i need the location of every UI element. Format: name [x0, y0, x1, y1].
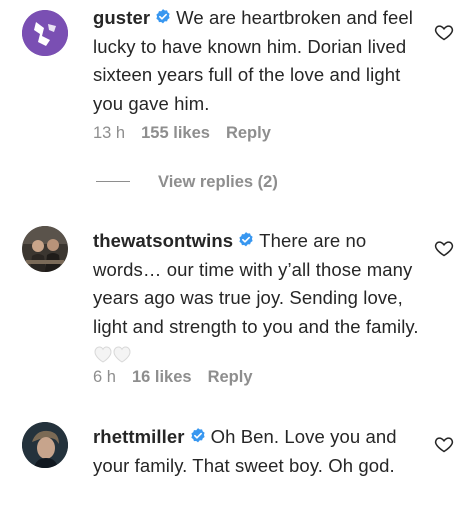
comment-meta: 13 h 155 likes Reply	[93, 124, 287, 143]
comment-time[interactable]: 13 h	[93, 124, 125, 142]
username[interactable]: guster	[93, 7, 150, 28]
reply-button[interactable]: Reply	[208, 368, 253, 386]
reply-button[interactable]: Reply	[226, 124, 271, 142]
comment-time[interactable]: 6 h	[93, 368, 116, 386]
like-heart-icon[interactable]	[434, 434, 454, 454]
view-replies-label: View replies (2)	[158, 173, 278, 191]
comment-likes[interactable]: 155 likes	[141, 124, 210, 142]
verified-badge-icon	[156, 9, 170, 24]
avatar-guster[interactable]	[22, 10, 68, 56]
comment-text-block: rhettmiller Oh Ben. Love you and your fam…	[93, 423, 423, 480]
verified-badge-icon	[239, 232, 253, 247]
like-heart-icon[interactable]	[434, 238, 454, 258]
comment-text-block: thewatsontwins There are no words… our ti…	[93, 227, 423, 373]
comment-meta: 6 h 16 likes Reply	[93, 368, 269, 387]
verified-badge-icon	[190, 428, 205, 443]
replies-divider	[96, 181, 130, 182]
like-heart-icon[interactable]	[434, 22, 454, 42]
username[interactable]: rhettmiller	[93, 426, 185, 447]
comment-text-block: guster We are heartbroken and feel lucky …	[93, 4, 423, 118]
avatar-thewatsontwins[interactable]	[22, 226, 68, 272]
comment-likes[interactable]: 16 likes	[132, 368, 192, 386]
avatar-rhettmiller[interactable]	[22, 422, 68, 468]
username[interactable]: thewatsontwins	[93, 230, 233, 251]
view-replies-button[interactable]: View replies (2)	[93, 173, 278, 192]
